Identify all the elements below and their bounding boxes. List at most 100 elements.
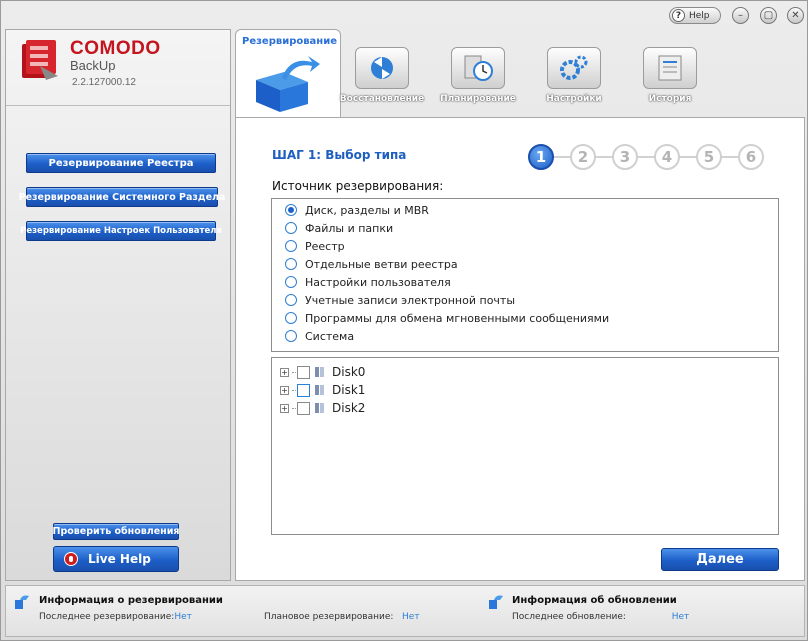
step-5: 5: [696, 144, 722, 170]
last-backup-row: Последнее резервирование:Нет: [39, 612, 192, 622]
help-button[interactable]: ? Help: [669, 7, 721, 24]
last-backup-value: Нет: [174, 612, 192, 622]
schedule-icon: [451, 47, 505, 89]
step-title: ШАГ 1: Выбор типа: [272, 148, 407, 162]
main-panel: ШАГ 1: Выбор типа 1 2 3 4 5 6 Источник р…: [235, 117, 805, 581]
tree-connector: [292, 407, 296, 409]
update-info-title: Информация об обновлении: [512, 595, 677, 606]
history-icon: [643, 47, 697, 89]
radio-icon[interactable]: [285, 330, 297, 342]
live-help-button[interactable]: Live Help: [53, 546, 179, 572]
source-option[interactable]: Настройки пользователя: [272, 273, 778, 291]
close-button[interactable]: ✕: [787, 7, 804, 24]
tab-restore[interactable]: Восстановление: [337, 47, 427, 109]
expand-icon[interactable]: +: [280, 403, 289, 413]
backup-info-icon: [15, 595, 29, 609]
tab-history-label: История: [648, 94, 692, 104]
radio-selected-icon[interactable]: [285, 204, 297, 216]
tree-item-disk[interactable]: + Disk2: [272, 399, 778, 417]
help-label: Help: [689, 10, 710, 21]
minimize-icon: –: [738, 10, 743, 21]
sidebar: COMODO BackUp 2.2.127000.12 Резервирован…: [5, 29, 231, 581]
tab-backup[interactable]: Резервирование: [235, 29, 341, 121]
tree-item-disk[interactable]: + Disk0: [272, 363, 778, 381]
disk-label: Disk0: [332, 365, 366, 379]
source-option-label: Учетные записи электронной почты: [305, 293, 516, 307]
source-option-label: Программы для обмена мгновенными сообщен…: [305, 311, 610, 325]
expand-icon[interactable]: +: [280, 385, 289, 395]
source-option[interactable]: Файлы и папки: [272, 219, 778, 237]
main-tabs: Резервирование Восстановление Планирован…: [235, 29, 805, 121]
source-option[interactable]: Реестр: [272, 237, 778, 255]
help-icon: ?: [672, 9, 685, 22]
version-label: 2.2.127000.12: [72, 77, 136, 88]
backup-user-settings-button[interactable]: Резервирование Настроек Пользователя: [20, 221, 222, 241]
tab-history[interactable]: История: [625, 47, 715, 109]
step-1: 1: [528, 144, 554, 170]
update-info-icon: [489, 595, 503, 609]
scheduled-backup-label: Плановое резервирование:: [264, 612, 394, 622]
maximize-button[interactable]: ▢: [760, 7, 777, 24]
brand: COMODO BackUp 2.2.127000.12: [70, 38, 161, 88]
next-button[interactable]: Далее: [661, 548, 779, 571]
step-indicator: 1 2 3 4 5 6: [528, 142, 768, 172]
source-option[interactable]: Система: [272, 327, 778, 345]
last-backup-label: Последнее резервирование:: [39, 612, 175, 622]
backup-system-partition-button[interactable]: Резервирование Системного Раздела: [19, 187, 225, 207]
source-option-label: Настройки пользователя: [305, 275, 451, 289]
disk-tree: + Disk0 + Disk1 + Disk2: [271, 357, 779, 535]
backup-box-icon: [256, 56, 320, 112]
check-updates-button[interactable]: Проверить обновления: [53, 523, 180, 540]
tab-settings[interactable]: Настройки: [529, 47, 619, 109]
backup-info-title: Информация о резервировании: [39, 595, 223, 606]
radio-icon[interactable]: [285, 276, 297, 288]
source-option-label: Отдельные ветви реестра: [305, 257, 458, 271]
source-option[interactable]: Отдельные ветви реестра: [272, 255, 778, 273]
live-help-label: Live Help: [88, 552, 151, 566]
source-option-label: Диск, разделы и MBR: [305, 203, 429, 217]
disk-checkbox[interactable]: [297, 401, 310, 415]
tab-schedule-label: Планирование: [440, 94, 516, 104]
backup-source-list: Диск, разделы и MBR Файлы и папки Реестр…: [271, 198, 779, 352]
comodo-backup-window: ? Help – ▢ ✕ COMODO BackUp 2.2.127000.12: [0, 0, 808, 641]
source-option-label: Файлы и папки: [305, 221, 394, 235]
expand-icon[interactable]: +: [280, 367, 289, 377]
radio-icon[interactable]: [285, 294, 297, 306]
step-4: 4: [654, 144, 680, 170]
restore-icon: [355, 47, 409, 89]
tree-connector: [292, 371, 296, 373]
disk-checkbox[interactable]: [297, 365, 310, 379]
tab-backup-label: Резервирование: [242, 36, 337, 47]
scheduled-backup-row: Плановое резервирование: Нет: [264, 612, 420, 622]
radio-icon[interactable]: [285, 240, 297, 252]
source-option-label: Система: [305, 329, 355, 343]
tab-restore-label: Восстановление: [339, 94, 425, 104]
disk-icon: [315, 403, 324, 413]
scheduled-backup-value: Нет: [402, 612, 420, 622]
live-help-icon: [64, 552, 78, 566]
tab-schedule[interactable]: Планирование: [433, 47, 523, 109]
backup-registry-button[interactable]: Резервирование Реестра: [26, 153, 216, 173]
radio-icon[interactable]: [285, 222, 297, 234]
tree-item-disk[interactable]: + Disk1: [272, 381, 778, 399]
disk-icon: [315, 367, 324, 377]
last-update-row: Последнее обновление: Нет: [512, 612, 689, 622]
radio-icon[interactable]: [285, 312, 297, 324]
backup-source-label: Источник резервирования:: [272, 179, 444, 193]
status-footer: Информация о резервировании Последнее ре…: [5, 585, 805, 637]
source-option[interactable]: Диск, разделы и MBR: [272, 201, 778, 219]
tab-settings-label: Настройки: [546, 94, 602, 104]
disk-icon: [315, 385, 324, 395]
minimize-button[interactable]: –: [732, 7, 749, 24]
close-icon: ✕: [791, 10, 800, 21]
source-option[interactable]: Учетные записи электронной почты: [272, 291, 778, 309]
source-option-label: Реестр: [305, 239, 345, 253]
tree-connector: [292, 389, 296, 391]
step-6: 6: [738, 144, 764, 170]
disk-label: Disk2: [332, 401, 366, 415]
last-update-label: Последнее обновление:: [512, 612, 626, 622]
product-name: BackUp: [70, 58, 116, 73]
radio-icon[interactable]: [285, 258, 297, 270]
source-option[interactable]: Программы для обмена мгновенными сообщен…: [272, 309, 778, 327]
disk-checkbox[interactable]: [297, 383, 310, 397]
